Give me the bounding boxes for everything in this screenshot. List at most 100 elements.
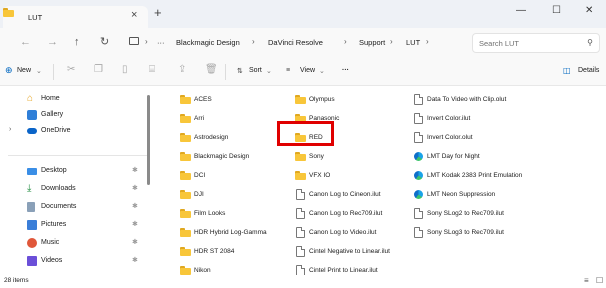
pin-icon[interactable]: ✱	[132, 256, 138, 264]
breadcrumb-support[interactable]: Support	[359, 38, 385, 47]
tiles-view-icon[interactable]: ☐	[596, 276, 603, 285]
sidebar-item-home[interactable]: ⌂ Home	[0, 91, 148, 107]
sidebar-item-music[interactable]: Music ✱	[0, 235, 148, 251]
sidebar-item-onedrive[interactable]: › OneDrive	[0, 123, 148, 139]
sidebar-item-label: Videos	[41, 257, 63, 264]
pin-icon[interactable]: ✱	[132, 166, 138, 174]
sidebar-item-label: Gallery	[41, 111, 64, 118]
delete-icon[interactable]: 🗑	[205, 65, 218, 75]
more-options-button[interactable]: ···	[342, 67, 349, 74]
search-icon: ⚲	[587, 38, 593, 47]
folder-icon	[295, 171, 306, 180]
tab-close-icon[interactable]: ×	[131, 10, 137, 21]
folder-name: ACES	[194, 96, 212, 103]
tab-lut[interactable]: LUT ×	[3, 6, 148, 28]
sidebar-item-pictures[interactable]: Pictures ✱	[0, 217, 148, 233]
document-icon	[296, 189, 305, 200]
document-icon	[414, 132, 423, 143]
new-tab-button[interactable]: +	[154, 6, 162, 19]
view-button[interactable]: View	[300, 67, 315, 74]
folder-name: Nikon	[194, 267, 211, 274]
breadcrumb-blackmagic[interactable]: Blackmagic Design	[176, 38, 240, 47]
forward-button[interactable]: →	[47, 37, 58, 48]
view-icon: ≡	[286, 67, 291, 74]
folder-icon	[180, 228, 191, 237]
sidebar-item-downloads[interactable]: ⤓ Downloads ✱	[0, 181, 148, 197]
sidebar-item-documents[interactable]: Documents ✱	[0, 199, 148, 215]
sidebar-item-label: Pictures	[41, 221, 67, 228]
folder-name: Sony	[309, 153, 324, 160]
desktop-icon	[27, 168, 37, 175]
chevron-right-icon: ›	[252, 37, 255, 46]
sidebar-scrollbar[interactable]	[147, 95, 150, 185]
pc-icon	[129, 37, 139, 45]
folder-name: DCI	[194, 172, 206, 179]
sidebar-item-label: OneDrive	[41, 127, 71, 134]
search-input[interactable]: Search LUT	[479, 39, 519, 48]
document-icon	[414, 208, 423, 219]
pin-icon[interactable]: ✱	[132, 184, 138, 192]
sort-button[interactable]: Sort	[249, 67, 262, 74]
sort-icon: ⇅	[237, 68, 243, 75]
document-icon	[414, 94, 423, 105]
folder-icon	[180, 266, 191, 275]
sidebar-item-desktop[interactable]: Desktop ✱	[0, 163, 148, 179]
folder-icon	[180, 190, 191, 199]
sidebar-item-videos[interactable]: Videos ✱	[0, 253, 148, 269]
rename-icon[interactable]: ⌸	[149, 65, 155, 75]
file-name: LMT Day for Night	[427, 153, 480, 160]
pin-icon[interactable]: ✱	[132, 202, 138, 210]
file-name: Data To Video with Clip.olut	[427, 96, 507, 103]
sidebar-item-label: Downloads	[41, 185, 76, 192]
folder-name: Astrodesign	[194, 134, 229, 141]
copy-icon[interactable]: ❐	[94, 65, 103, 75]
search-box[interactable]: Search LUT ⚲	[472, 33, 600, 53]
document-icon	[296, 246, 305, 257]
sidebar-item-label: Documents	[41, 203, 77, 210]
document-icon	[414, 113, 423, 124]
refresh-button[interactable]: ↻	[100, 37, 109, 48]
lut-file-icon	[414, 152, 423, 161]
pin-icon[interactable]: ✱	[132, 220, 138, 228]
chevron-right-icon: ›	[426, 37, 429, 46]
folder-name: DJI	[194, 191, 204, 198]
address-bar[interactable]: › ··· Blackmagic Design › DaVinci Resolv…	[123, 33, 468, 53]
up-button[interactable]: ↑	[74, 37, 80, 48]
close-button[interactable]: ✕	[585, 6, 593, 16]
file-name: LMT Neon Suppression	[427, 191, 496, 198]
music-icon	[27, 238, 37, 248]
videos-icon	[27, 256, 37, 266]
folder-icon	[180, 152, 191, 161]
minimize-button[interactable]: —	[516, 6, 526, 16]
pin-icon[interactable]: ✱	[132, 238, 138, 246]
sidebar-item-gallery[interactable]: Gallery	[0, 107, 148, 123]
maximize-button[interactable]: ☐	[552, 6, 561, 16]
folder-icon	[180, 171, 191, 180]
breadcrumb-davinci[interactable]: DaVinci Resolve	[268, 38, 323, 47]
chevron-right-icon[interactable]: ›	[9, 126, 11, 133]
navigation-bar: ← → ↑ ↻ › ··· Blackmagic Design › DaVinc…	[0, 28, 606, 58]
file-name: Invert Color.olut	[427, 134, 473, 141]
folder-name: HDR ST 2084	[194, 248, 235, 255]
new-plus-icon: ⊕	[5, 65, 13, 75]
chevron-right-icon: ›	[145, 37, 148, 46]
file-name: Canon Log to Cineon.ilut	[309, 191, 381, 198]
sidebar-item-label: Home	[41, 95, 60, 102]
chevron-right-icon: ›	[344, 37, 347, 46]
details-button[interactable]: Details	[578, 67, 599, 74]
folder-icon	[295, 152, 306, 161]
new-button[interactable]: New	[17, 67, 31, 74]
folder-icon	[295, 95, 306, 104]
highlight-box	[277, 121, 334, 146]
lut-file-icon	[414, 190, 423, 199]
back-button[interactable]: ←	[20, 37, 31, 48]
cut-icon[interactable]: ✂	[67, 65, 75, 75]
paste-icon[interactable]: ▯	[122, 65, 128, 75]
chevron-down-icon: ⌄	[36, 68, 42, 75]
details-view-icon[interactable]: ≡	[584, 276, 589, 285]
breadcrumb-lut[interactable]: LUT	[406, 38, 420, 47]
breadcrumb-more[interactable]: ···	[157, 38, 165, 47]
document-icon	[296, 227, 305, 238]
chevron-down-icon: ⌄	[319, 68, 325, 75]
share-icon[interactable]: ⇪	[178, 65, 186, 75]
